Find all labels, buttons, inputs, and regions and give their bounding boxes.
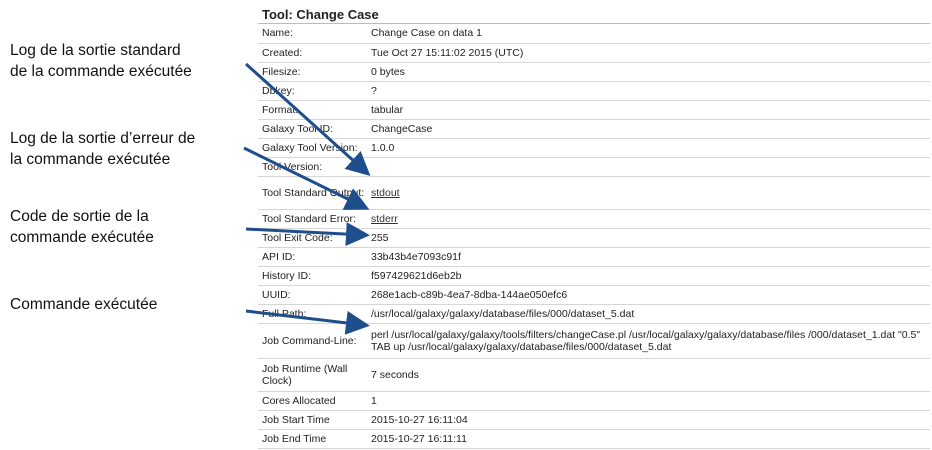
arrow-command xyxy=(245,309,370,335)
arrow-exit-code xyxy=(245,222,370,247)
arrow-stdout xyxy=(244,62,371,177)
arrow-stderr xyxy=(243,146,370,210)
annotation-arrows xyxy=(243,62,371,335)
